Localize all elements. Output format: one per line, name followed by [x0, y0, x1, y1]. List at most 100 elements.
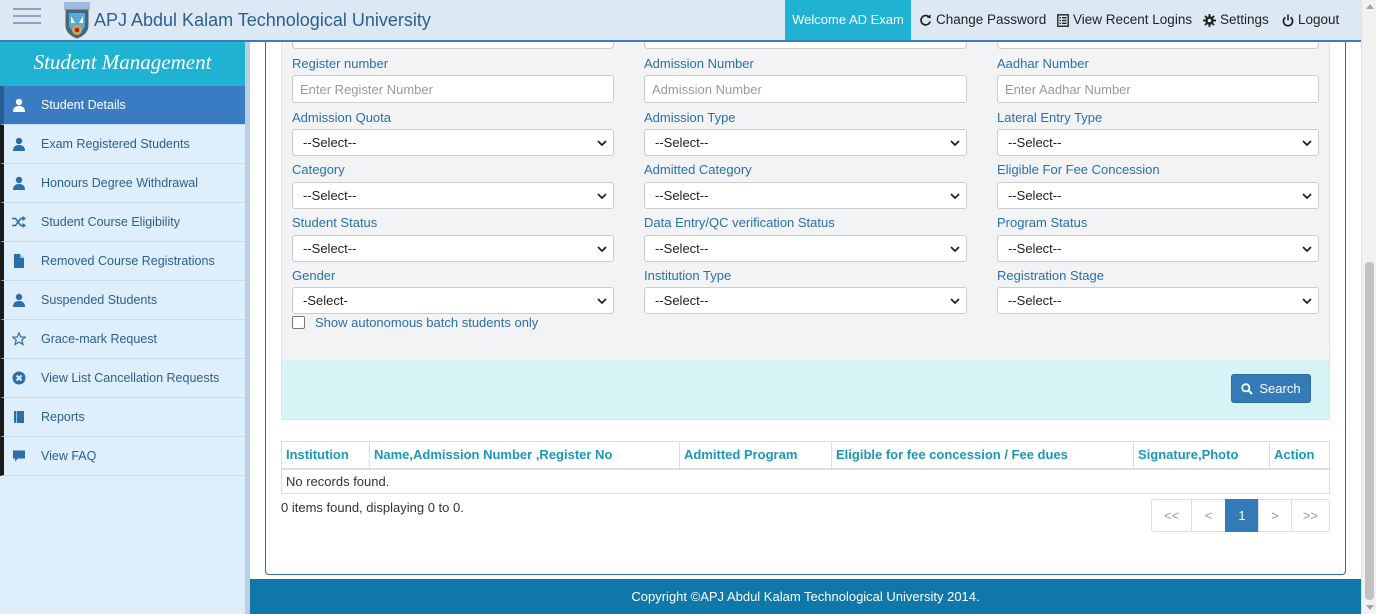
sidebar-item-suspended-students[interactable]: Suspended Students [0, 281, 245, 320]
student-status-value: --Select-- [303, 241, 357, 256]
fee-concession-select[interactable]: --Select-- [997, 182, 1319, 209]
qc-status-value: --Select-- [655, 241, 709, 256]
admission-quota-select[interactable]: --Select-- [292, 129, 614, 156]
gender-select[interactable]: -Select- [292, 287, 614, 314]
column-header-action[interactable]: Action [1269, 441, 1330, 470]
sidebar-item-grace-mark-request[interactable]: Grace-mark Request [0, 320, 245, 359]
sidebar-item-honours-degree-withdrawal[interactable]: Honours Degree Withdrawal [0, 164, 245, 203]
sidebar-item-student-course-eligibility[interactable]: Student Course Eligibility [0, 203, 245, 242]
pagination-current[interactable]: 1 [1225, 499, 1259, 532]
sidebar-item-removed-course-registrations[interactable]: Removed Course Registrations [0, 242, 245, 281]
institution-type-select[interactable]: --Select-- [644, 287, 967, 314]
sidebar-item-student-details[interactable]: Student Details [0, 86, 245, 125]
sidebar-item-label: Suspended Students [41, 293, 158, 307]
admitted-category-select[interactable]: --Select-- [644, 182, 967, 209]
column-header-name[interactable]: Name,Admission Number ,Register No [369, 441, 680, 470]
aadhar-number-label: Aadhar Number [997, 56, 1089, 71]
menu-toggle-icon[interactable] [13, 6, 41, 32]
settings-label: Settings [1220, 12, 1269, 27]
sidebar-item-reports[interactable]: Reports [0, 398, 245, 437]
search-button[interactable]: Search [1231, 374, 1311, 403]
registration-stage-label: Registration Stage [997, 268, 1104, 283]
scroll-down-icon[interactable] [1366, 605, 1374, 610]
pagination-first[interactable]: << [1151, 499, 1192, 532]
logout-link[interactable]: Logout [1282, 0, 1339, 40]
file-icon [14, 254, 24, 268]
column-header-fee-concession[interactable]: Eligible for fee concession / Fee dues [831, 441, 1134, 470]
hidden-input-above-2[interactable] [644, 42, 967, 49]
lateral-entry-type-value: --Select-- [1008, 135, 1062, 150]
fee-concession-label: Eligible For Fee Concession [997, 162, 1160, 177]
lateral-entry-type-select[interactable]: --Select-- [997, 129, 1319, 156]
top-navbar: APJ Abdul Kalam Technological University… [0, 0, 1361, 42]
chevron-down-icon [597, 140, 607, 147]
scroll-up-icon[interactable] [1366, 4, 1374, 9]
table-header-row: Institution Name,Admission Number ,Regis… [281, 441, 1330, 470]
category-label: Category [292, 162, 345, 177]
gender-label: Gender [292, 268, 336, 283]
autonomous-batch-checkbox[interactable] [292, 316, 305, 329]
admission-quota-label: Admission Quota [292, 110, 391, 125]
admitted-category-value: --Select-- [655, 188, 709, 203]
sidebar-item-view-list-cancellation-requests[interactable]: View List Cancellation Requests [0, 359, 245, 398]
student-status-select[interactable]: --Select-- [292, 235, 614, 262]
user-icon [13, 98, 25, 112]
recent-logins-label: View Recent Logins [1073, 12, 1193, 27]
search-button-label: Search [1259, 381, 1301, 396]
admission-quota-value: --Select-- [303, 135, 357, 150]
shuffle-icon [12, 215, 26, 229]
pagination-last[interactable]: >> [1291, 499, 1330, 532]
gear-icon [1203, 13, 1216, 27]
registration-stage-select[interactable]: --Select-- [997, 287, 1319, 314]
chevron-down-icon [950, 193, 960, 200]
register-number-input[interactable] [292, 75, 614, 103]
column-header-admitted-program[interactable]: Admitted Program [679, 441, 832, 470]
app-title: APJ Abdul Kalam Technological University [94, 10, 431, 30]
chevron-down-icon [1302, 298, 1312, 305]
settings-link[interactable]: Settings [1203, 0, 1269, 40]
qc-status-select[interactable]: --Select-- [644, 235, 967, 262]
comment-icon [13, 450, 25, 462]
chevron-down-icon [1302, 193, 1312, 200]
chevron-down-icon [950, 246, 960, 253]
chevron-down-icon [1302, 246, 1312, 253]
scrollbar-thumb[interactable] [1365, 262, 1374, 600]
chevron-down-icon [597, 298, 607, 305]
sidebar-item-label: View FAQ [41, 449, 97, 463]
category-value: --Select-- [303, 188, 357, 203]
autonomous-batch-label[interactable]: Show autonomous batch students only [315, 315, 538, 330]
aadhar-number-input[interactable] [997, 75, 1319, 103]
hidden-input-above-3[interactable] [997, 42, 1319, 49]
admission-number-input[interactable] [644, 75, 967, 103]
pagination-next[interactable]: > [1258, 499, 1292, 532]
list-alt-icon [1057, 13, 1069, 27]
column-header-signature-photo[interactable]: Signature,Photo [1133, 441, 1270, 470]
search-icon [1241, 382, 1254, 395]
welcome-user[interactable]: Welcome AD Exam [785, 0, 911, 40]
sidebar-item-exam-registered-students[interactable]: Exam Registered Students [0, 125, 245, 164]
column-header-institution[interactable]: Institution [281, 441, 370, 470]
remove-circle-icon [12, 371, 26, 385]
change-password-link[interactable]: Change Password [919, 0, 1046, 40]
program-status-select[interactable]: --Select-- [997, 235, 1319, 262]
sidebar-item-view-faq[interactable]: View FAQ [0, 437, 245, 476]
hidden-input-above-1[interactable] [292, 42, 614, 49]
category-select[interactable]: --Select-- [292, 182, 614, 209]
pagination-prev[interactable]: < [1191, 499, 1226, 532]
student-status-label: Student Status [292, 215, 378, 230]
vertical-scrollbar[interactable] [1361, 0, 1376, 614]
registration-stage-value: --Select-- [1008, 293, 1062, 308]
admission-type-select[interactable]: --Select-- [644, 129, 967, 156]
sidebar-item-label: Exam Registered Students [41, 137, 190, 151]
university-logo [64, 2, 90, 39]
sidebar-item-label: Grace-mark Request [41, 332, 158, 346]
search-action-bar [282, 360, 1329, 419]
table-row: No records found. [281, 468, 1330, 494]
sidebar-item-label: Student Course Eligibility [41, 215, 180, 229]
admission-number-label: Admission Number [644, 56, 754, 71]
recent-logins-link[interactable]: View Recent Logins [1057, 0, 1192, 40]
change-password-label: Change Password [936, 12, 1047, 27]
chevron-down-icon [950, 140, 960, 147]
refresh-icon [920, 13, 931, 26]
program-status-value: --Select-- [1008, 241, 1062, 256]
